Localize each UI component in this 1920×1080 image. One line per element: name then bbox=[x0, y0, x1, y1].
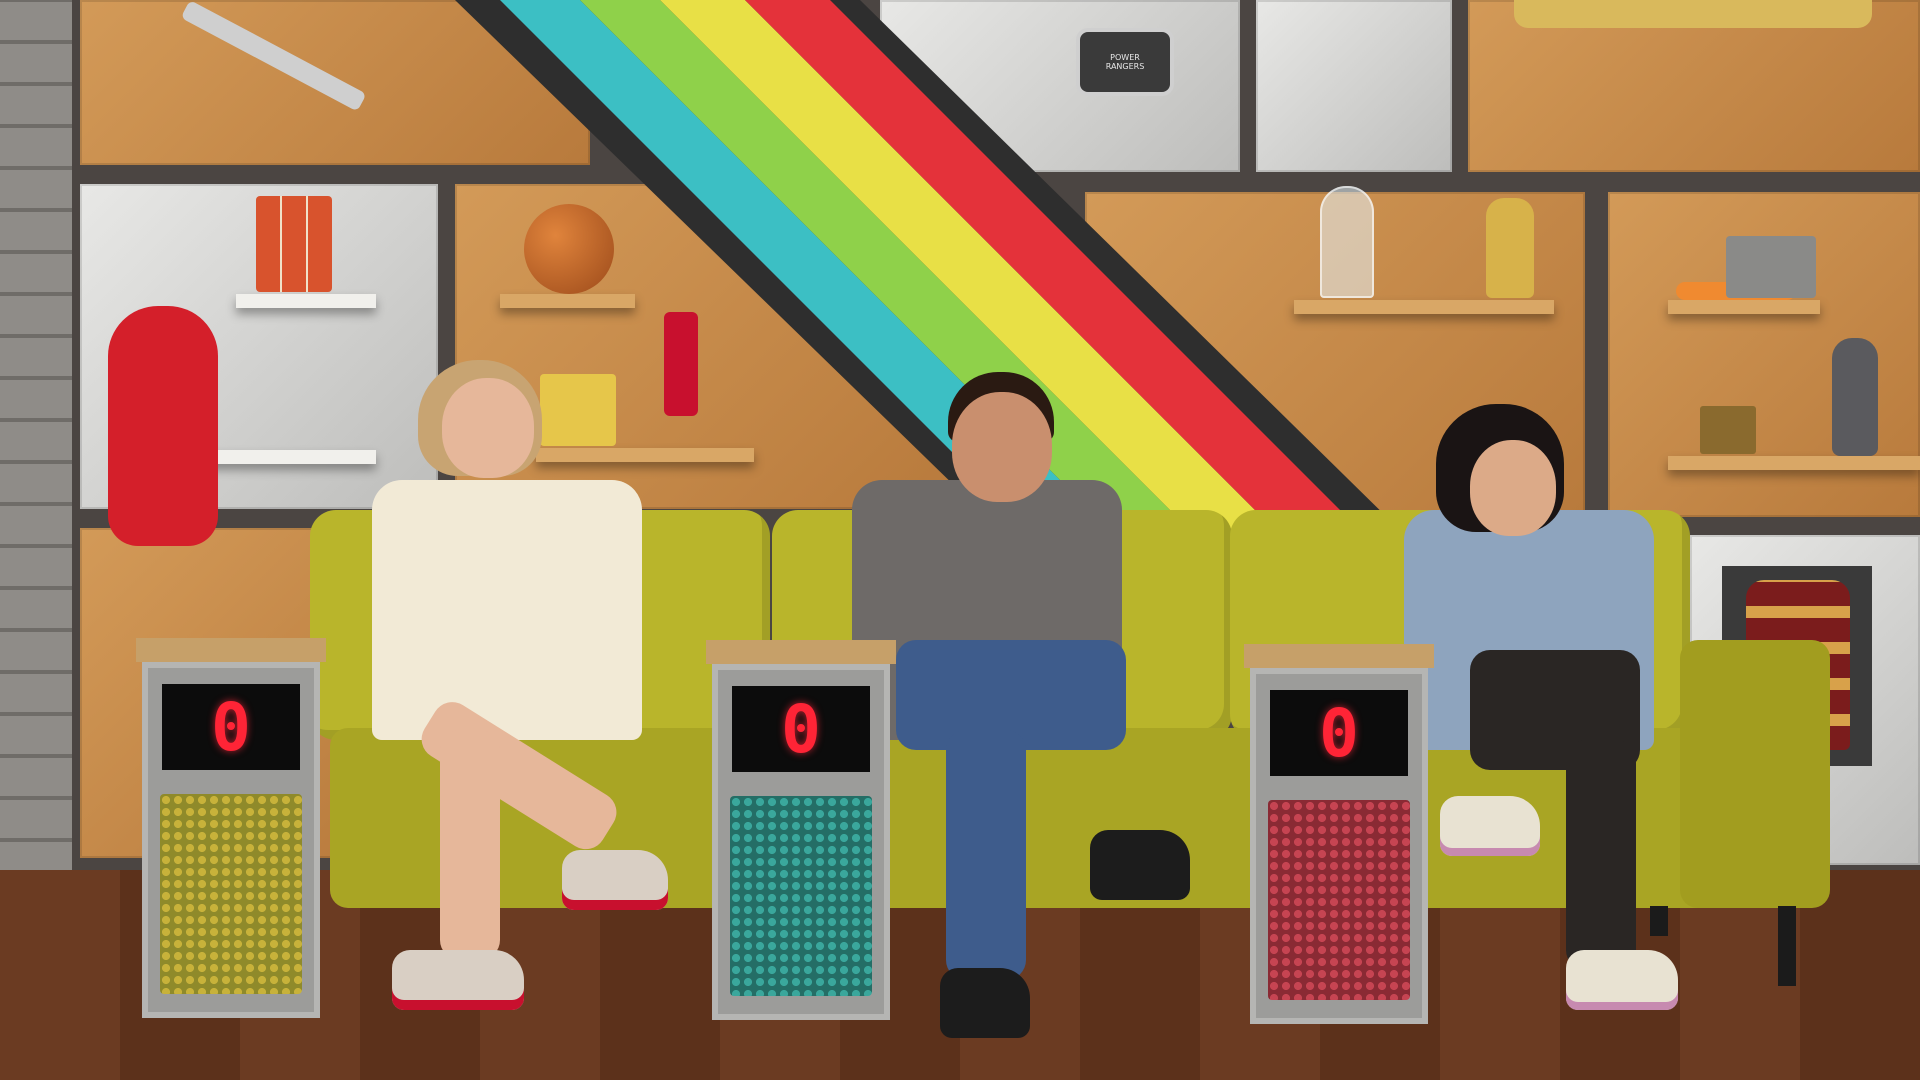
person-left-face bbox=[442, 378, 534, 478]
soda-cans bbox=[256, 196, 332, 292]
score-display-left: 0 bbox=[162, 684, 300, 770]
grille-left bbox=[160, 794, 302, 994]
grille-right bbox=[1268, 800, 1410, 1000]
shelf-flower bbox=[1294, 300, 1554, 314]
person-right-face bbox=[1470, 440, 1556, 536]
dynamite-prop bbox=[664, 312, 698, 416]
person-right-shoe-2 bbox=[1566, 950, 1678, 1010]
podium-right-top bbox=[1244, 644, 1434, 668]
podium-middle-top bbox=[706, 640, 896, 664]
shelf-cans bbox=[236, 294, 376, 308]
score-left: 0 bbox=[211, 688, 251, 766]
person-left-jacket bbox=[372, 480, 642, 740]
shelf-statue bbox=[1668, 456, 1920, 470]
puzzle-box bbox=[1700, 406, 1756, 454]
person-middle-face bbox=[952, 392, 1052, 502]
score-display-right: 0 bbox=[1270, 690, 1408, 776]
person-right-pants-lower bbox=[1566, 740, 1636, 970]
basketball bbox=[524, 204, 614, 294]
falcon-statue bbox=[1832, 338, 1878, 456]
score-right: 0 bbox=[1319, 694, 1359, 772]
person-middle-jeans-lower bbox=[946, 730, 1026, 980]
podium-right-body: 0 bbox=[1250, 668, 1428, 1024]
metal-box bbox=[1726, 236, 1816, 298]
sofa-leg-mid bbox=[1650, 906, 1668, 936]
person-right-shoe-1 bbox=[1440, 796, 1540, 856]
sofa-arm-right bbox=[1680, 640, 1830, 908]
gold-boot bbox=[1486, 198, 1534, 298]
score-middle: 0 bbox=[781, 690, 821, 768]
shelf-blocks bbox=[536, 448, 754, 462]
shelf-basketball bbox=[500, 294, 635, 308]
score-display-middle: 0 bbox=[732, 686, 870, 772]
flower-dome bbox=[1320, 186, 1374, 298]
person-left-shoe-2 bbox=[562, 850, 668, 910]
person-left-shoe-1 bbox=[392, 950, 524, 1010]
power-rangers-badge: POWER RANGERS bbox=[1080, 32, 1170, 92]
person-left-leg-lower bbox=[440, 730, 500, 960]
podium-left: 0 bbox=[136, 638, 326, 1018]
person-middle-shoe-1 bbox=[940, 968, 1030, 1038]
person-middle-shoe-2 bbox=[1090, 830, 1190, 900]
podium-middle: 0 bbox=[706, 640, 896, 1020]
belt-prop bbox=[1514, 0, 1872, 28]
red-fur-puppet bbox=[108, 306, 218, 546]
shelf-marbles bbox=[206, 450, 376, 464]
podium-middle-body: 0 bbox=[712, 664, 890, 1020]
power-badge-text: POWER RANGERS bbox=[1105, 53, 1145, 71]
grille-middle bbox=[730, 796, 872, 996]
podium-left-top bbox=[136, 638, 326, 662]
shelf-box bbox=[1668, 300, 1820, 314]
sofa-leg-right bbox=[1778, 906, 1796, 986]
podium-left-body: 0 bbox=[142, 662, 320, 1018]
gold-blocks bbox=[540, 374, 616, 446]
podium-right: 0 bbox=[1244, 644, 1434, 1024]
studio-scene: POWER RANGERS 0 0 0 bbox=[0, 0, 1920, 1080]
